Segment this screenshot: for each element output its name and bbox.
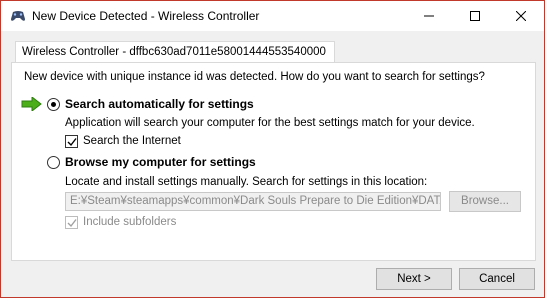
option-auto-label[interactable]: Search automatically for settings	[65, 97, 254, 111]
checkmark-icon	[67, 138, 77, 147]
checkbox-search-internet[interactable]	[65, 135, 78, 148]
prompt-text: New device with unique instance id was d…	[24, 71, 485, 83]
minimize-button[interactable]	[406, 1, 452, 31]
cancel-button[interactable]: Cancel	[459, 268, 535, 290]
next-button[interactable]: Next >	[376, 268, 452, 290]
close-icon	[516, 11, 526, 21]
minimize-icon	[424, 15, 434, 17]
browse-button[interactable]: Browse...	[449, 191, 521, 212]
settings-path-field[interactable]: E:¥Steam¥steamapps¥common¥Dark Souls Pre…	[65, 192, 441, 211]
checkmark-icon	[67, 219, 77, 228]
checkbox-include-subfolders[interactable]	[65, 216, 78, 229]
option-browse-label[interactable]: Browse my computer for settings	[65, 155, 256, 169]
close-button[interactable]	[498, 1, 544, 31]
radio-browse-computer[interactable]	[47, 156, 60, 169]
tab-device[interactable]: Wireless Controller - dffbc630ad7011e580…	[15, 41, 335, 63]
radio-search-automatically[interactable]	[47, 98, 60, 111]
option-browse-description: Locate and install settings manually. Se…	[65, 176, 428, 188]
title-bar[interactable]: New Device Detected - Wireless Controlle…	[1, 1, 544, 31]
maximize-icon	[470, 11, 480, 21]
checkbox-include-subfolders-label[interactable]: Include subfolders	[83, 216, 176, 228]
option-auto-description: Application will search your computer fo…	[65, 117, 475, 129]
dialog-window: New Device Detected - Wireless Controlle…	[0, 0, 545, 298]
checkbox-search-internet-label[interactable]: Search the Internet	[83, 135, 181, 147]
settings-panel: New device with unique instance id was d…	[11, 62, 536, 261]
gamepad-icon	[9, 8, 27, 24]
window-title: New Device Detected - Wireless Controlle…	[32, 9, 260, 23]
maximize-button[interactable]	[452, 1, 498, 31]
arrow-right-icon	[21, 95, 43, 113]
